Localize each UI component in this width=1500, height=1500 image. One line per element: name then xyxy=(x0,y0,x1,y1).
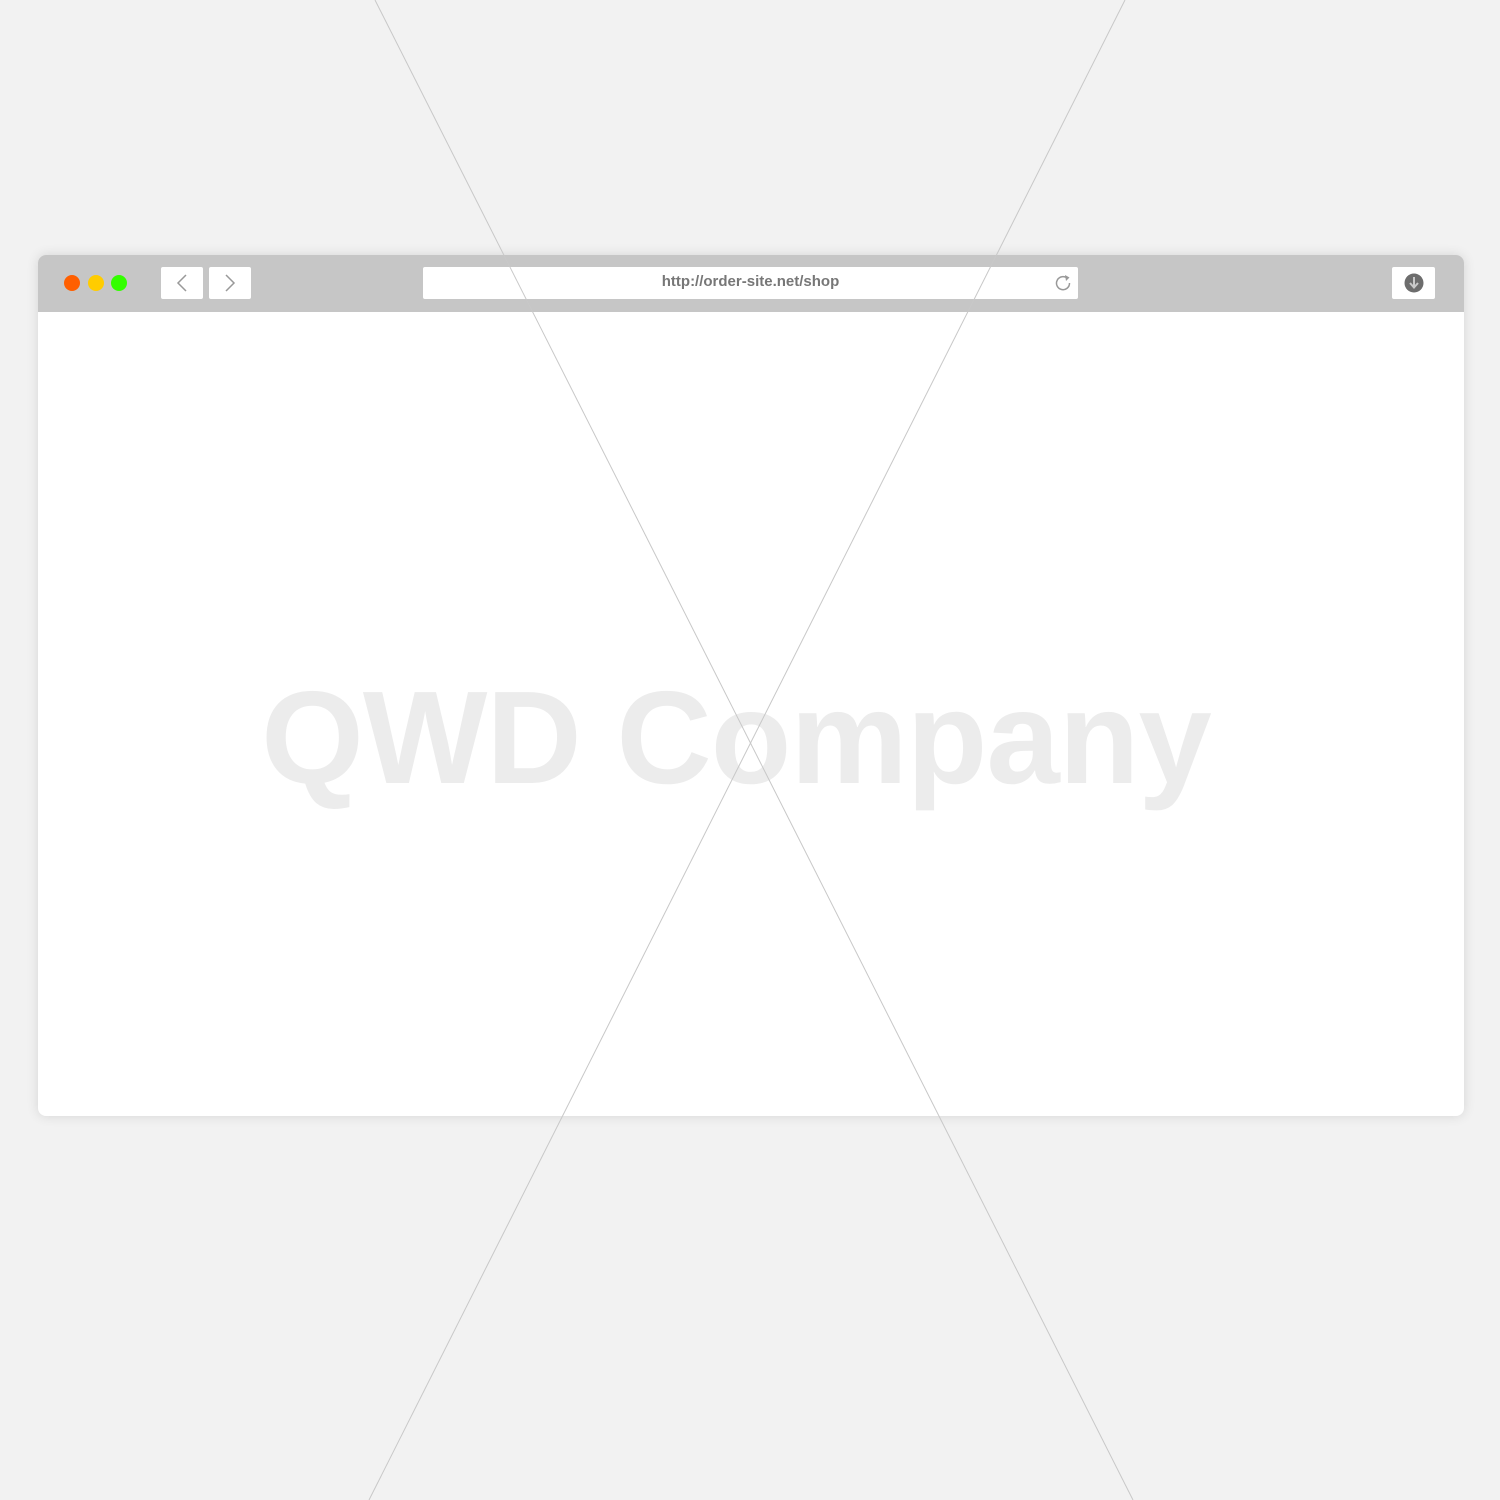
close-window-button[interactable] xyxy=(64,275,80,291)
browser-toolbar: http://order-site.net/shop xyxy=(38,255,1464,312)
address-bar[interactable]: http://order-site.net/shop xyxy=(423,267,1078,299)
browser-window: http://order-site.net/shop QWD Company xyxy=(38,255,1464,1116)
page-content: QWD Company xyxy=(38,312,1464,1116)
reload-icon[interactable] xyxy=(1052,272,1074,294)
minimize-window-button[interactable] xyxy=(88,275,104,291)
url-text: http://order-site.net/shop xyxy=(661,273,840,290)
company-watermark: QWD Company xyxy=(261,664,1212,811)
download-icon xyxy=(1404,273,1423,293)
forward-button[interactable] xyxy=(209,267,251,299)
chevron-right-icon xyxy=(225,274,236,292)
chevron-left-icon xyxy=(176,274,187,292)
maximize-window-button[interactable] xyxy=(111,275,127,291)
download-button[interactable] xyxy=(1392,267,1435,299)
back-button[interactable] xyxy=(161,267,203,299)
